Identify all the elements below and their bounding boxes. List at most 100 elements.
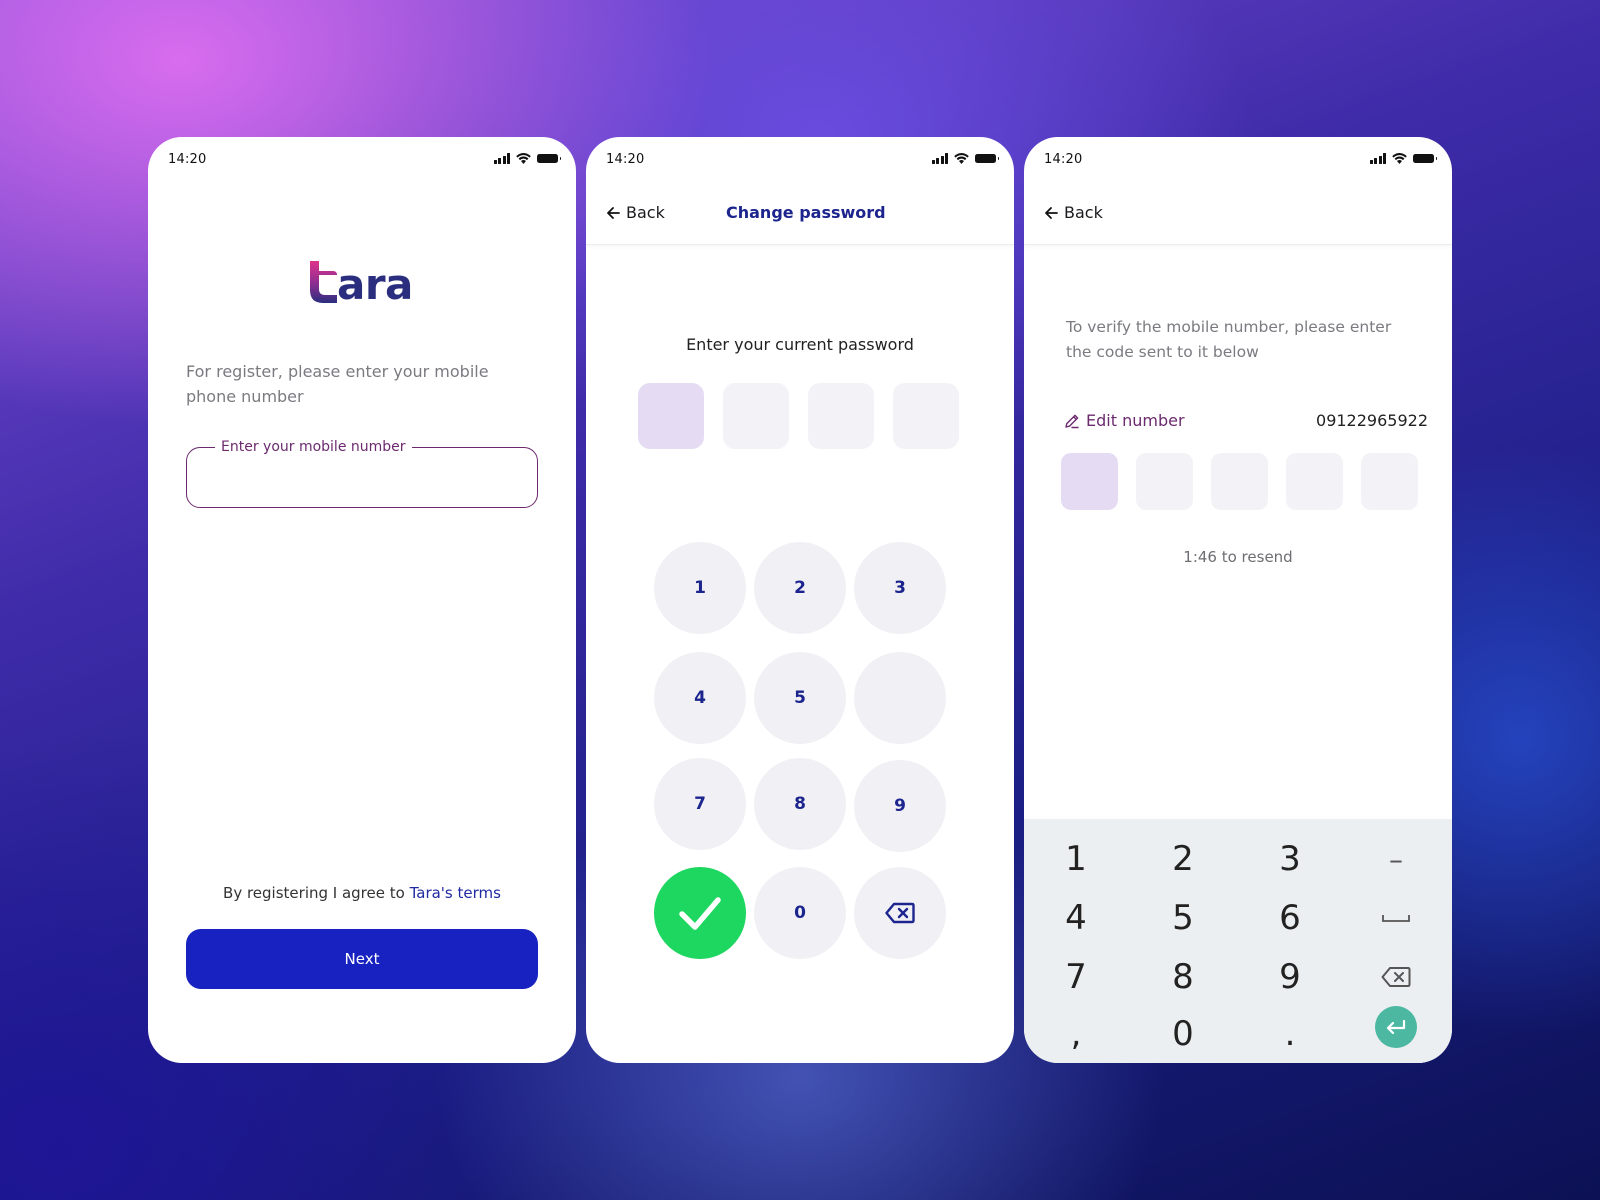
kb-key-label: .: [1284, 1014, 1296, 1054]
logo-text: ara: [337, 260, 413, 309]
page-title: Change password: [726, 203, 886, 222]
pin-input-row[interactable]: [638, 383, 959, 449]
enter-icon: [1386, 1019, 1406, 1035]
edit-number-button[interactable]: Edit number: [1064, 411, 1185, 430]
kb-key-label: 8: [1172, 957, 1194, 997]
kb-key-5[interactable]: 5: [1133, 890, 1233, 946]
code-input-row[interactable]: [1061, 453, 1418, 510]
key-2[interactable]: 2: [754, 542, 846, 634]
key-9[interactable]: 9: [854, 760, 946, 852]
back-label: Back: [626, 203, 665, 222]
key-4[interactable]: 4: [654, 652, 746, 744]
kb-key-7[interactable]: 7: [1026, 949, 1126, 1005]
status-time: 14:20: [606, 152, 645, 167]
code-box[interactable]: [1136, 453, 1193, 510]
system-numeric-keyboard: 1 2 3 – 4 5 6 7 8 9 , 0 .: [1024, 819, 1452, 1063]
check-icon: [679, 897, 721, 930]
kb-key-label: 1: [1065, 839, 1087, 879]
mobile-number-field[interactable]: Enter your mobile number: [186, 439, 538, 508]
backspace-icon: [1381, 967, 1411, 987]
kb-key-label: –: [1389, 842, 1403, 876]
key-1[interactable]: 1: [654, 542, 746, 634]
kb-key-period[interactable]: .: [1240, 1006, 1340, 1062]
back-button[interactable]: Back: [1044, 203, 1103, 222]
pin-box[interactable]: [723, 383, 789, 449]
battery-icon: [537, 154, 561, 163]
back-arrow-icon: [607, 206, 620, 219]
key-label: 4: [694, 688, 706, 708]
back-button[interactable]: Back: [606, 203, 665, 222]
key-label: 9: [894, 796, 906, 816]
kb-key-8[interactable]: 8: [1133, 949, 1233, 1005]
key-label: 0: [794, 903, 806, 923]
terms-link[interactable]: Tara's terms: [410, 884, 501, 902]
key-3[interactable]: 3: [854, 542, 946, 634]
key-0[interactable]: 0: [754, 867, 846, 959]
next-button[interactable]: Next: [186, 929, 538, 989]
status-icons: [931, 153, 999, 164]
kb-backspace-button[interactable]: [1346, 949, 1446, 1005]
status-icons: [1369, 153, 1437, 164]
status-time: 14:20: [168, 152, 207, 167]
confirm-button[interactable]: [654, 867, 746, 959]
kb-key-comma[interactable]: ,: [1026, 1006, 1126, 1062]
pin-box[interactable]: [638, 383, 704, 449]
password-prompt: Enter your current password: [686, 335, 914, 354]
edit-number-label: Edit number: [1086, 411, 1185, 430]
pencil-icon: [1065, 414, 1079, 428]
kb-key-label: 2: [1172, 839, 1194, 879]
back-arrow-icon: [1045, 206, 1058, 219]
signal-icon: [1369, 153, 1386, 164]
key-7[interactable]: 7: [654, 758, 746, 850]
kb-key-1[interactable]: 1: [1026, 831, 1126, 887]
kb-enter-button[interactable]: [1375, 1006, 1417, 1048]
verify-number-screen: 14:20 Back To verify the mobile number, …: [1024, 137, 1452, 1063]
mobile-number-input[interactable]: [203, 462, 523, 492]
key-label: 5: [794, 688, 806, 708]
kb-key-3[interactable]: 3: [1240, 831, 1340, 887]
code-box[interactable]: [1286, 453, 1343, 510]
numeric-keypad: 1 2 3 4 5 7 8 9 0: [654, 542, 946, 962]
phone-number: 09122965922: [1316, 411, 1428, 430]
status-bar: 14:20: [586, 137, 1014, 183]
wifi-icon: [1392, 153, 1407, 164]
kb-key-9[interactable]: 9: [1240, 949, 1340, 1005]
key-8[interactable]: 8: [754, 758, 846, 850]
status-time: 14:20: [1044, 152, 1083, 167]
pin-box[interactable]: [808, 383, 874, 449]
kb-key-label: 9: [1279, 957, 1301, 997]
terms-text: By registering I agree to Tara's terms: [148, 884, 576, 902]
register-intro: For register, please enter your mobile p…: [186, 362, 489, 406]
kb-key-4[interactable]: 4: [1026, 890, 1126, 946]
app-header: Back: [1024, 183, 1452, 245]
mobile-field-label: Enter your mobile number: [215, 439, 412, 455]
change-password-screen: 14:20 Back Change password Enter your cu…: [586, 137, 1014, 1063]
signal-icon: [931, 153, 948, 164]
back-label: Back: [1064, 203, 1103, 222]
kb-key-dash[interactable]: –: [1346, 831, 1446, 887]
pin-box[interactable]: [893, 383, 959, 449]
key-label: 1: [694, 578, 706, 598]
kb-key-0[interactable]: 0: [1133, 1006, 1233, 1062]
code-box[interactable]: [1061, 453, 1118, 510]
kb-key-space[interactable]: [1346, 890, 1446, 946]
kb-key-2[interactable]: 2: [1133, 831, 1233, 887]
kb-key-label: 5: [1172, 898, 1194, 938]
status-icons: [493, 153, 561, 164]
backspace-icon: [885, 902, 915, 924]
kb-key-label: ,: [1070, 1014, 1082, 1054]
code-box[interactable]: [1361, 453, 1418, 510]
app-header: Back Change password: [586, 183, 1014, 245]
tara-logo-mark-icon: [310, 261, 337, 303]
key-label: 2: [794, 578, 806, 598]
battery-icon: [975, 154, 999, 163]
backspace-button[interactable]: [854, 867, 946, 959]
key-blank[interactable]: [854, 652, 946, 744]
space-icon: [1382, 915, 1410, 922]
signal-icon: [493, 153, 510, 164]
kb-key-6[interactable]: 6: [1240, 890, 1340, 946]
verify-instructions: To verify the mobile number, please ente…: [1066, 318, 1392, 361]
key-5[interactable]: 5: [754, 652, 846, 744]
code-box[interactable]: [1211, 453, 1268, 510]
kb-key-label: 4: [1065, 898, 1087, 938]
